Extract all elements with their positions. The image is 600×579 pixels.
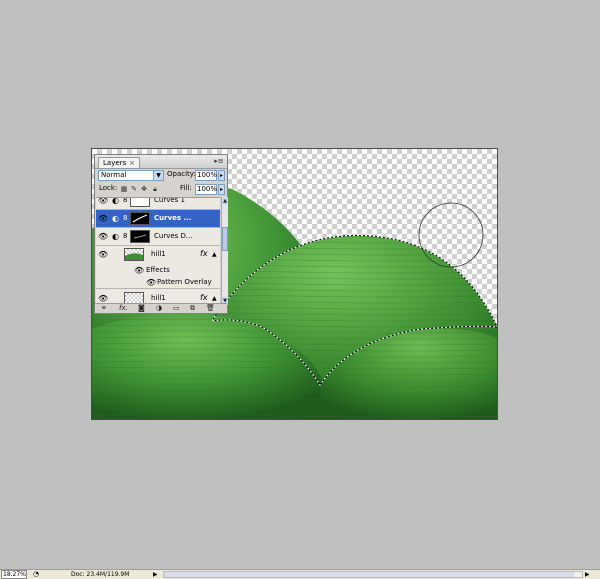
layer-name[interactable]: hill1 [151, 250, 166, 259]
tab-layers[interactable]: Layers × [98, 157, 141, 168]
panel-menu-icon[interactable]: ▸≡ [214, 157, 224, 165]
scrollbar-thumb[interactable] [222, 227, 228, 251]
link-chain-icon: 8 [123, 197, 128, 204]
new-group-icon[interactable]: ▭ [173, 304, 180, 312]
link-chain-icon: 8 [123, 232, 128, 240]
layer-mask-thumbnail[interactable] [130, 230, 150, 243]
horizontal-scrollbar[interactable] [163, 571, 583, 578]
zoom-field[interactable]: 18.27% [1, 570, 27, 579]
scroll-right-icon[interactable]: ▶ [585, 570, 590, 579]
adjustment-layer-button-icon[interactable]: ◑ [156, 304, 162, 312]
lock-image-icon[interactable]: ✎ [130, 185, 138, 193]
scroll-up-icon[interactable]: ▲ [222, 197, 228, 205]
doc-size-info: Doc: 23.4M/119.9M [71, 571, 130, 578]
effects-row[interactable]: 👁︎ Effects [96, 264, 220, 276]
horizontal-scrollbar-thumb[interactable] [164, 572, 574, 577]
layers-panel-titlebar[interactable]: Layers × ▸≡ [95, 155, 227, 169]
fx-icon[interactable]: fx [200, 249, 208, 259]
layer-mask-thumbnail[interactable] [130, 212, 150, 225]
layer-name[interactable]: Curves 1 [154, 198, 185, 205]
new-layer-icon[interactable]: ⧉ [190, 304, 195, 312]
blend-mode-select[interactable]: Normal ▼ [98, 170, 164, 181]
eye-icon[interactable]: 👁︎ [98, 198, 108, 205]
layer-name[interactable]: Curves D... [154, 232, 193, 241]
lock-label: Lock: [99, 184, 118, 192]
trash-icon[interactable]: 🗑︎ [206, 304, 215, 312]
fill-slider-arrow-icon[interactable]: ▸ [218, 184, 225, 195]
add-mask-icon[interactable]: ◙ [138, 304, 145, 312]
eye-icon[interactable]: 👁︎ [98, 250, 108, 259]
adjustment-layer-icon: ◐ [112, 214, 119, 223]
eye-icon[interactable]: 👁︎ [98, 232, 108, 241]
link-layers-icon[interactable]: ⚭ [101, 304, 107, 312]
layer-mask-thumbnail[interactable] [130, 198, 150, 207]
opacity-field[interactable]: 100% [195, 170, 217, 181]
fill-field[interactable]: 100% [195, 184, 217, 195]
layers-panel-footer: ⚭ fx. ◙ ◑ ▭ ⧉ 🗑︎ [95, 303, 227, 313]
pattern-overlay-row[interactable]: 👁︎ Pattern Overlay [96, 276, 220, 289]
fill-label: Fill: [180, 184, 192, 192]
status-menu-arrow-icon[interactable]: ▶ [153, 570, 158, 579]
link-chain-icon: 8 [123, 214, 128, 222]
expand-effects-icon[interactable]: ▲ [212, 294, 217, 303]
effects-label: Effects [146, 266, 170, 274]
tab-layers-label: Layers [103, 159, 127, 167]
adjustment-layer-icon: ◐ [112, 232, 119, 241]
lock-all-icon[interactable]: 🔒︎ [151, 185, 159, 193]
layers-panel: Layers × ▸≡ Normal ▼ Opacity: 100% ▸ Lock… [94, 154, 228, 314]
eye-icon[interactable]: 👁︎ [98, 294, 108, 303]
chevron-down-icon: ▼ [153, 171, 163, 180]
layer-row-curves-selected[interactable]: 👁︎ ◐ 8 Curves ... [96, 210, 220, 228]
blend-mode-value: Normal [101, 171, 127, 179]
expand-effects-icon[interactable]: ▲ [212, 250, 217, 259]
layer-row-curves-d[interactable]: 👁︎ ◐ 8 Curves D... [96, 228, 220, 246]
opacity-slider-arrow-icon[interactable]: ▸ [218, 170, 225, 181]
status-options-icon[interactable]: ◔ [33, 570, 39, 579]
layers-scrollbar[interactable]: ▲ ▼ [221, 197, 228, 305]
layer-name[interactable]: hill1 [151, 294, 166, 303]
lock-position-icon[interactable]: ✥ [140, 185, 148, 193]
layer-row-hill1[interactable]: 👁︎ hill1 fx ▲ [96, 246, 220, 264]
layer-list: 👁︎ ◐ 8 Curves 1 👁︎ ◐ 8 Curves ... 👁︎ ◐ 8… [96, 197, 220, 306]
layer-row-curves-1[interactable]: 👁︎ ◐ 8 Curves 1 [96, 197, 220, 210]
tab-close-icon[interactable]: × [129, 159, 135, 167]
layer-thumbnail[interactable] [124, 248, 144, 261]
adjustment-layer-icon: ◐ [112, 197, 119, 205]
lock-transparent-icon[interactable]: ▦ [120, 185, 128, 193]
eye-icon[interactable]: 👁︎ [98, 214, 108, 223]
pattern-overlay-label: Pattern Overlay [157, 278, 212, 286]
layer-name[interactable]: Curves ... [154, 214, 191, 223]
opacity-label: Opacity: [167, 170, 196, 178]
status-bar: 18.27% ◔ Doc: 23.4M/119.9M ▶ ▶ [0, 569, 600, 579]
eye-icon[interactable]: 👁︎ [134, 266, 144, 275]
add-layer-style-icon[interactable]: fx. [119, 304, 128, 312]
fx-icon[interactable]: fx [200, 293, 208, 303]
eye-icon[interactable]: 👁︎ [146, 278, 156, 287]
